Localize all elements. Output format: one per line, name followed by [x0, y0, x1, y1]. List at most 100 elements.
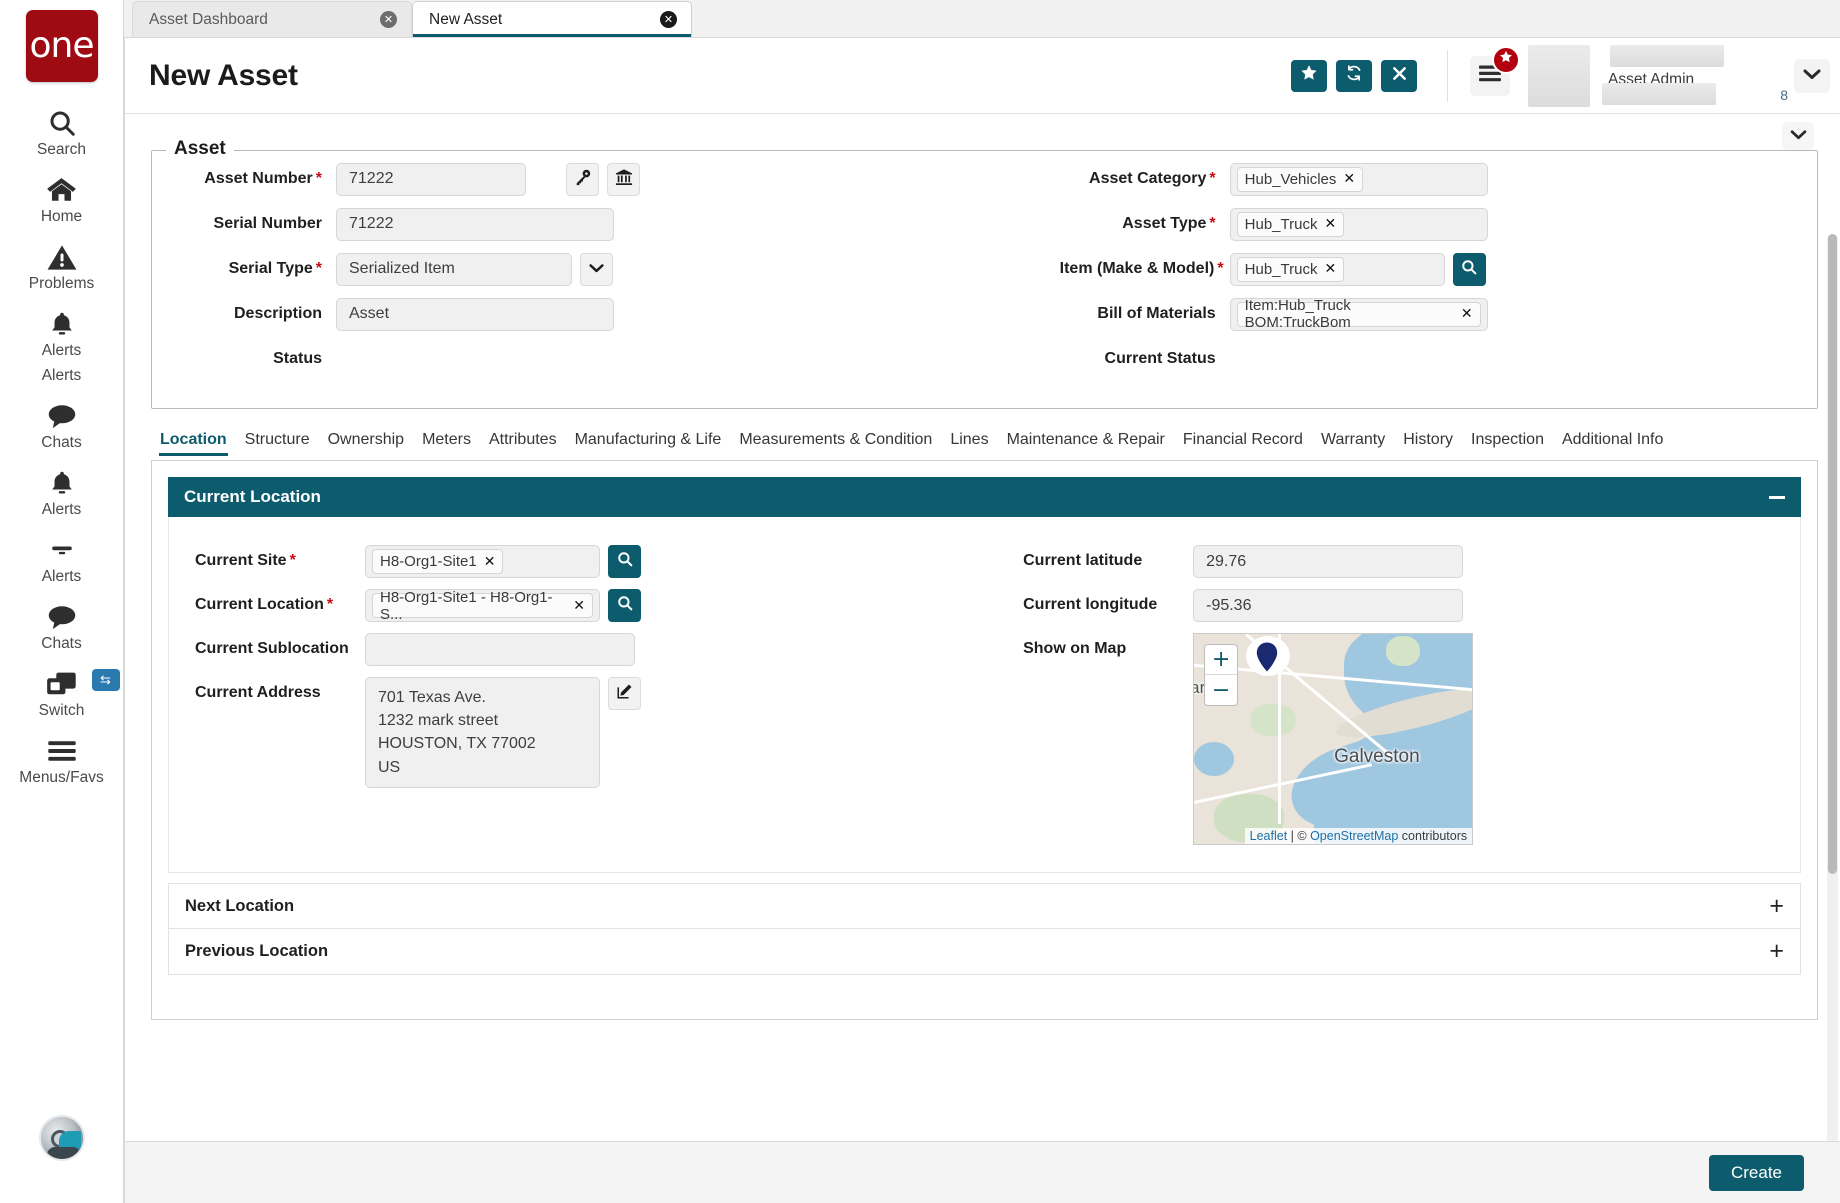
minus-icon[interactable]: [1769, 496, 1785, 499]
sidebar-item-alerts-4[interactable]: Alerts: [0, 533, 123, 586]
page-scrollbar-thumb[interactable]: [1828, 234, 1837, 874]
map-zoom-in-button[interactable]: +: [1205, 645, 1237, 675]
item-make-model-field[interactable]: Hub_Truck ✕: [1230, 253, 1445, 286]
chip-remove-icon[interactable]: ✕: [1324, 261, 1336, 277]
plus-icon[interactable]: +: [1769, 939, 1784, 964]
chip[interactable]: Hub_Truck ✕: [1237, 257, 1345, 282]
serial-number-input[interactable]: 71222: [336, 208, 614, 241]
leaflet-link[interactable]: Leaflet: [1250, 829, 1288, 843]
description-input[interactable]: Asset: [336, 298, 614, 331]
chip[interactable]: H8-Org1-Site1 ✕: [372, 549, 503, 574]
bill-of-materials-field[interactable]: Item:Hub_Truck BOM:TruckBom ✕: [1230, 298, 1488, 331]
map-zoom-out-button[interactable]: −: [1205, 675, 1237, 705]
field-serial-number: Serial Number 71222: [184, 206, 1050, 242]
current-location-field[interactable]: H8-Org1-Site1 - H8-Org1-S... ✕: [365, 589, 600, 622]
sidebar-item-menus-favs[interactable]: Menus/Favs: [0, 734, 123, 787]
tab-location[interactable]: Location: [151, 429, 236, 456]
user-menu-caret-button[interactable]: [1794, 59, 1830, 93]
refresh-button[interactable]: [1336, 60, 1372, 92]
tab-warranty[interactable]: Warranty: [1312, 429, 1394, 456]
current-longitude-input[interactable]: -95.36: [1193, 589, 1463, 622]
address-line: 1232 mark street: [378, 709, 587, 732]
favorite-button[interactable]: [1291, 60, 1327, 92]
switch-toggle-badge[interactable]: ⇆: [92, 669, 120, 691]
accordion-previous-location[interactable]: Previous Location +: [168, 929, 1801, 975]
asset-category-field[interactable]: Hub_Vehicles ✕: [1230, 163, 1488, 196]
current-latitude-input[interactable]: 29.76: [1193, 545, 1463, 578]
chip-remove-icon[interactable]: ✕: [1461, 306, 1473, 322]
chip[interactable]: Hub_Vehicles ✕: [1237, 167, 1363, 192]
chip-remove-icon[interactable]: ✕: [484, 554, 496, 570]
field-current-latitude: Current latitude 29.76: [1023, 545, 1800, 578]
label-text: Asset Category: [1089, 170, 1206, 187]
assistant-avatar[interactable]: [39, 1115, 85, 1161]
tab-additional-info[interactable]: Additional Info: [1553, 429, 1672, 456]
sidebar-item-chats-2[interactable]: Chats: [0, 600, 123, 653]
sidebar-item-alerts-2[interactable]: Alerts: [0, 366, 123, 385]
current-sublocation-input[interactable]: [365, 633, 635, 666]
chip-remove-icon[interactable]: ✕: [1343, 171, 1355, 187]
asset-type-field[interactable]: Hub_Truck ✕: [1230, 208, 1488, 241]
bell-icon: [48, 466, 76, 500]
workspace-tab-asset-dashboard[interactable]: Asset Dashboard ✕: [132, 1, 412, 37]
sidebar-item-alerts-1[interactable]: Alerts: [0, 307, 123, 360]
switch-windows-icon: ⇆: [46, 667, 78, 701]
close-icon[interactable]: ✕: [660, 11, 677, 28]
close-icon[interactable]: ✕: [380, 11, 397, 28]
sidebar-item-home[interactable]: Home: [0, 173, 123, 226]
sidebar-item-switch[interactable]: ⇆ Switch: [0, 667, 123, 720]
tab-structure[interactable]: Structure: [236, 429, 319, 456]
sidebar-item-search[interactable]: Search: [0, 106, 123, 159]
tab-lines[interactable]: Lines: [941, 429, 997, 456]
chip-remove-icon[interactable]: ✕: [1324, 216, 1336, 232]
chip[interactable]: Item:Hub_Truck BOM:TruckBom ✕: [1237, 302, 1481, 327]
page-scrollbar[interactable]: [1827, 234, 1838, 1141]
map-attribution: Leaflet | © OpenStreetMap contributors: [1245, 828, 1472, 844]
workspace-tab-new-asset[interactable]: New Asset ✕: [412, 1, 692, 37]
tab-maintenance-repair[interactable]: Maintenance & Repair: [998, 429, 1174, 456]
create-button[interactable]: Create: [1709, 1155, 1804, 1191]
chip[interactable]: H8-Org1-Site1 - H8-Org1-S... ✕: [372, 593, 593, 618]
sidebar-item-chats-1[interactable]: Chats: [0, 399, 123, 452]
page-footer: Create: [125, 1141, 1840, 1203]
asset-number-key-button[interactable]: [566, 163, 599, 196]
sidebar-item-alerts-3[interactable]: Alerts: [0, 466, 123, 519]
item-search-button[interactable]: [1453, 253, 1486, 286]
label-text: Serial Type: [229, 260, 313, 277]
search-icon: [616, 550, 634, 573]
field-current-longitude: Current longitude -95.36: [1023, 589, 1800, 622]
serial-type-select[interactable]: Serialized Item: [336, 253, 572, 286]
current-location-search-button[interactable]: [608, 589, 641, 622]
header-menu-button[interactable]: [1470, 56, 1510, 96]
app-logo[interactable]: one: [26, 10, 98, 82]
current-location-header[interactable]: Current Location: [168, 477, 1801, 517]
close-button[interactable]: [1381, 60, 1417, 92]
accordion-next-location[interactable]: Next Location +: [168, 883, 1801, 929]
field-label: Status: [184, 350, 336, 368]
tab-inspection[interactable]: Inspection: [1462, 429, 1553, 456]
asset-number-bank-button[interactable]: [607, 163, 640, 196]
location-map[interactable]: ar d Galveston + −: [1193, 633, 1473, 845]
current-site-search-button[interactable]: [608, 545, 641, 578]
tab-ownership[interactable]: Ownership: [319, 429, 413, 456]
sidebar-item-problems[interactable]: Problems: [0, 240, 123, 293]
tab-attributes[interactable]: Attributes: [480, 429, 566, 456]
serial-type-dropdown-button[interactable]: [580, 253, 613, 286]
tab-manufacturing-life[interactable]: Manufacturing & Life: [566, 429, 731, 456]
tab-meters[interactable]: Meters: [413, 429, 480, 456]
tab-history[interactable]: History: [1394, 429, 1462, 456]
field-current-location: Current Location* H8-Org1-Site1 - H8-Org…: [195, 589, 1017, 622]
plus-icon[interactable]: +: [1769, 894, 1784, 919]
current-site-field[interactable]: H8-Org1-Site1 ✕: [365, 545, 600, 578]
tab-measurements-condition[interactable]: Measurements & Condition: [730, 429, 941, 456]
chip-remove-icon[interactable]: ✕: [573, 598, 585, 614]
star-icon: [1300, 64, 1318, 87]
edit-address-button[interactable]: [608, 677, 641, 710]
user-menu[interactable]: Asset Admin 8: [1528, 45, 1830, 107]
tab-financial-record[interactable]: Financial Record: [1174, 429, 1312, 456]
openstreetmap-link[interactable]: OpenStreetMap: [1310, 829, 1398, 843]
chip[interactable]: Hub_Truck ✕: [1237, 212, 1345, 237]
collapse-asset-section-button[interactable]: [1782, 122, 1814, 150]
asset-number-input[interactable]: 71222: [336, 163, 526, 196]
chip-label: H8-Org1-Site1: [380, 553, 477, 570]
